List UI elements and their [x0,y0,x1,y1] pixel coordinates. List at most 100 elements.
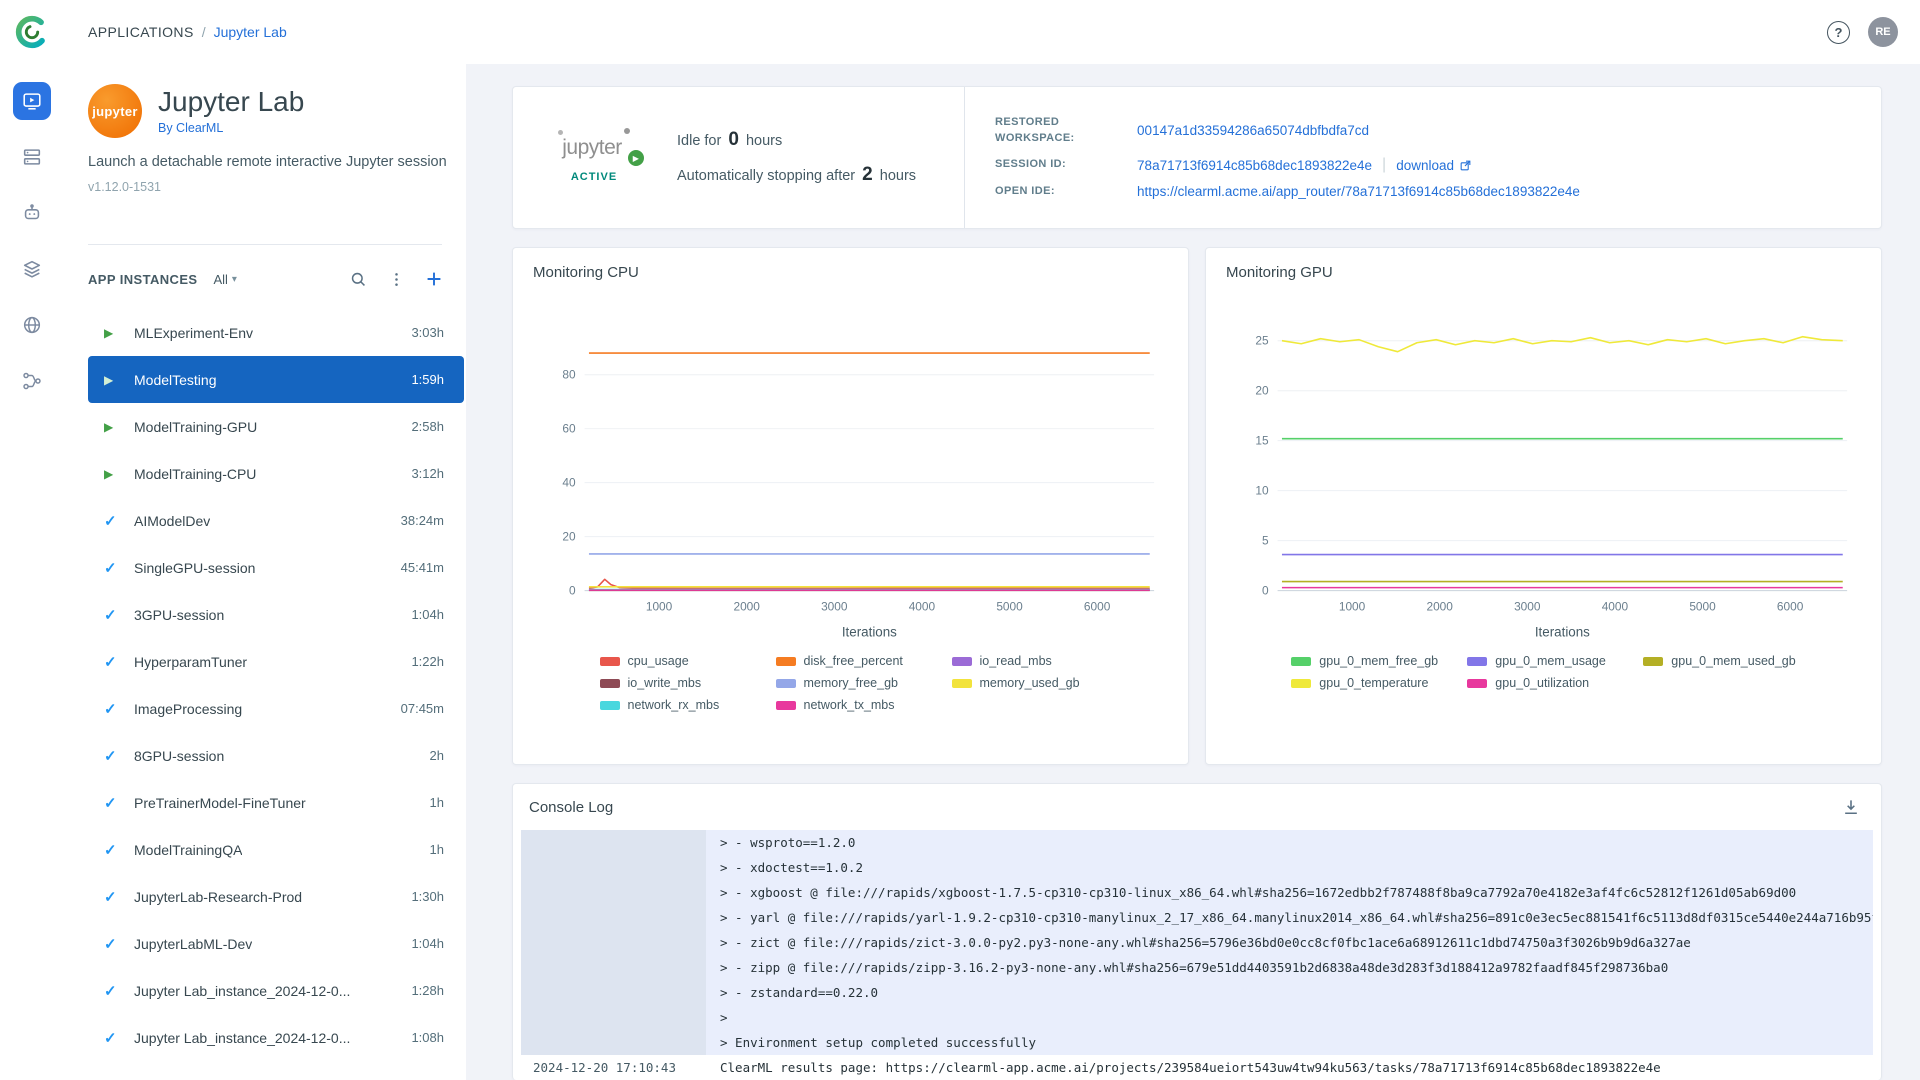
cpu-chart-title: Monitoring CPU [533,264,1168,281]
console-download-button[interactable] [1837,793,1865,821]
instance-row[interactable]: ▶ ✓ ModelTesting 1:59h [88,356,464,403]
completed-status-icon: ✓ [104,841,124,859]
legend-label: memory_used_gb [980,676,1080,690]
kebab-menu-button[interactable] [384,267,408,291]
nav-pipelines[interactable] [13,362,51,400]
add-instance-button[interactable] [422,267,446,291]
console-log-row: > - yarl @ file:///rapids/yarl-1.9.2-cp3… [521,905,1873,930]
session-status-card: jupyter ▶ ACTIVE Idle for 0 hours Automa… [512,86,1882,229]
instance-row[interactable]: ▶ ✓ 3GPU-session 1:04h [88,591,464,638]
nav-rail [0,64,64,1080]
legend-item[interactable]: io_write_mbs [600,676,750,690]
breadcrumb-current-page[interactable]: Jupyter Lab [214,24,287,40]
status-divider [964,87,965,228]
session-download-link[interactable]: download [1396,158,1472,173]
app-info: jupyter Jupyter Lab By ClearML Launch a … [64,64,466,245]
instance-row[interactable]: ▶ ✓ Jupyter Lab_instance_2024-12-0... 1:… [88,967,464,1014]
console-log-body: > - wsproto==1.2.0 > - xdoctest==1.0.2 >… [521,830,1873,1080]
nav-queues[interactable] [13,138,51,176]
instance-row[interactable]: ▶ ✓ 8GPU-session 2h [88,732,464,779]
idle-pre-text: Idle for [677,133,721,149]
legend-item[interactable]: gpu_0_mem_free_gb [1291,654,1441,668]
legend-item[interactable]: network_tx_mbs [776,698,926,712]
instance-duration: 1:28h [401,983,444,998]
autostop-pre-text: Automatically stopping after [677,168,855,184]
legend-item[interactable]: network_rx_mbs [600,698,750,712]
instance-duration: 3:03h [401,325,444,340]
instance-row[interactable]: ▶ ✓ JupyterLabML-Dev 1:04h [88,920,464,967]
top-bar: APPLICATIONS / Jupyter Lab ? RE [0,0,1920,64]
log-timestamp [521,980,706,1005]
legend-item[interactable]: memory_free_gb [776,676,926,690]
instance-row[interactable]: ▶ ✓ HyperparamTuner 1:22h [88,638,464,685]
jupyter-planet-icon [624,128,630,134]
completed-status-icon: ✓ [104,559,124,577]
svg-text:3000: 3000 [1514,599,1541,613]
legend-swatch [600,701,620,710]
instances-filter-dropdown[interactable]: All ▾ [213,272,236,287]
legend-swatch [1643,657,1663,666]
legend-item[interactable]: memory_used_gb [952,676,1102,690]
svg-text:3000: 3000 [821,599,848,613]
legend-swatch [776,701,796,710]
cpu-chart[interactable]: 020406080100020003000400050006000Iterati… [533,287,1168,644]
legend-item[interactable]: gpu_0_mem_usage [1467,654,1617,668]
legend-label: gpu_0_mem_free_gb [1319,654,1438,668]
svg-text:6000: 6000 [1777,599,1804,613]
instance-row[interactable]: ▶ ✓ MLExperiment-Env 3:03h [88,309,464,356]
legend-item[interactable]: io_read_mbs [952,654,1102,668]
running-status-icon: ▶ [104,420,124,434]
log-text: > - xdoctest==1.0.2 [706,855,1873,880]
log-text: > [706,1005,1873,1030]
svg-text:0: 0 [569,584,576,598]
svg-text:20: 20 [562,530,576,544]
instance-row[interactable]: ▶ ✓ AIModelDev 38:24m [88,497,464,544]
instance-row[interactable]: ▶ ✓ PreTrainerModel-FineTuner 1h [88,779,464,826]
breadcrumb-applications[interactable]: APPLICATIONS [88,24,194,40]
instance-row[interactable]: ▶ ✓ Jupyter Lab_instance_2024-12-0... 1:… [88,1014,464,1061]
instance-row[interactable]: ▶ ✓ ModelTraining-GPU 2:58h [88,403,464,450]
nav-applications[interactable] [13,82,51,120]
clearml-logo[interactable] [0,13,64,51]
jupyter-session-logo: jupyter ▶ [556,132,632,162]
gpu-chart[interactable]: 0510152025100020003000400050006000Iterat… [1226,287,1861,644]
log-text: > - xgboost @ file:///rapids/xgboost-1.7… [706,880,1873,905]
help-icon[interactable]: ? [1827,21,1850,44]
open-ide-link[interactable]: https://clearml.acme.ai/app_router/78a71… [1137,184,1580,199]
autostop-post-text: hours [880,168,916,184]
avatar[interactable]: RE [1868,17,1898,47]
instance-name: JupyterLabML-Dev [134,936,252,952]
legend-swatch [1467,657,1487,666]
nav-datasets[interactable] [13,250,51,288]
instance-name: Jupyter Lab_instance_2024-12-0... [134,1030,350,1046]
topbar-actions: ? RE [1827,17,1898,47]
instance-row[interactable]: ▶ ✓ ImageProcessing 07:45m [88,685,464,732]
instance-name: Jupyter Lab_instance_2024-12-0... [134,983,350,999]
breadcrumb: APPLICATIONS / Jupyter Lab [88,24,287,40]
restored-workspace-link[interactable]: 00147a1d33594286a65074dbfbdfa7cd [1137,123,1580,138]
svg-text:5000: 5000 [996,599,1023,613]
instance-name: AIModelDev [134,513,210,529]
legend-label: io_write_mbs [628,676,702,690]
instance-row[interactable]: ▶ ✓ ModelTraining-CPU 3:12h [88,450,464,497]
instance-row[interactable]: ▶ ✓ ModelTrainingQA 1h [88,826,464,873]
legend-item[interactable]: cpu_usage [600,654,750,668]
legend-item[interactable]: gpu_0_utilization [1467,676,1617,690]
legend-item[interactable]: gpu_0_temperature [1291,676,1441,690]
instance-row[interactable]: ▶ ✓ JupyterLab-Research-Prod 1:30h [88,873,464,920]
jupyter-wordmark: jupyter [562,136,622,159]
legend-item[interactable]: disk_free_percent [776,654,926,668]
breadcrumb-separator: / [202,24,206,40]
active-status-label: ACTIVE [571,171,617,183]
instance-duration: 1:04h [401,936,444,951]
download-label: download [1396,158,1454,173]
nav-automation[interactable] [13,194,51,232]
session-id-link[interactable]: 78a71713f6914c85b68dec1893822e4e [1137,158,1372,173]
legend-item[interactable]: gpu_0_mem_used_gb [1643,654,1795,668]
app-by-link[interactable]: By ClearML [158,121,304,135]
instance-row[interactable]: ▶ ✓ SingleGPU-session 45:41m [88,544,464,591]
search-button[interactable] [346,267,370,291]
nav-hyper-datasets[interactable] [13,306,51,344]
console-log-title: Console Log [529,799,613,816]
console-log-row: > - wsproto==1.2.0 [521,830,1873,855]
